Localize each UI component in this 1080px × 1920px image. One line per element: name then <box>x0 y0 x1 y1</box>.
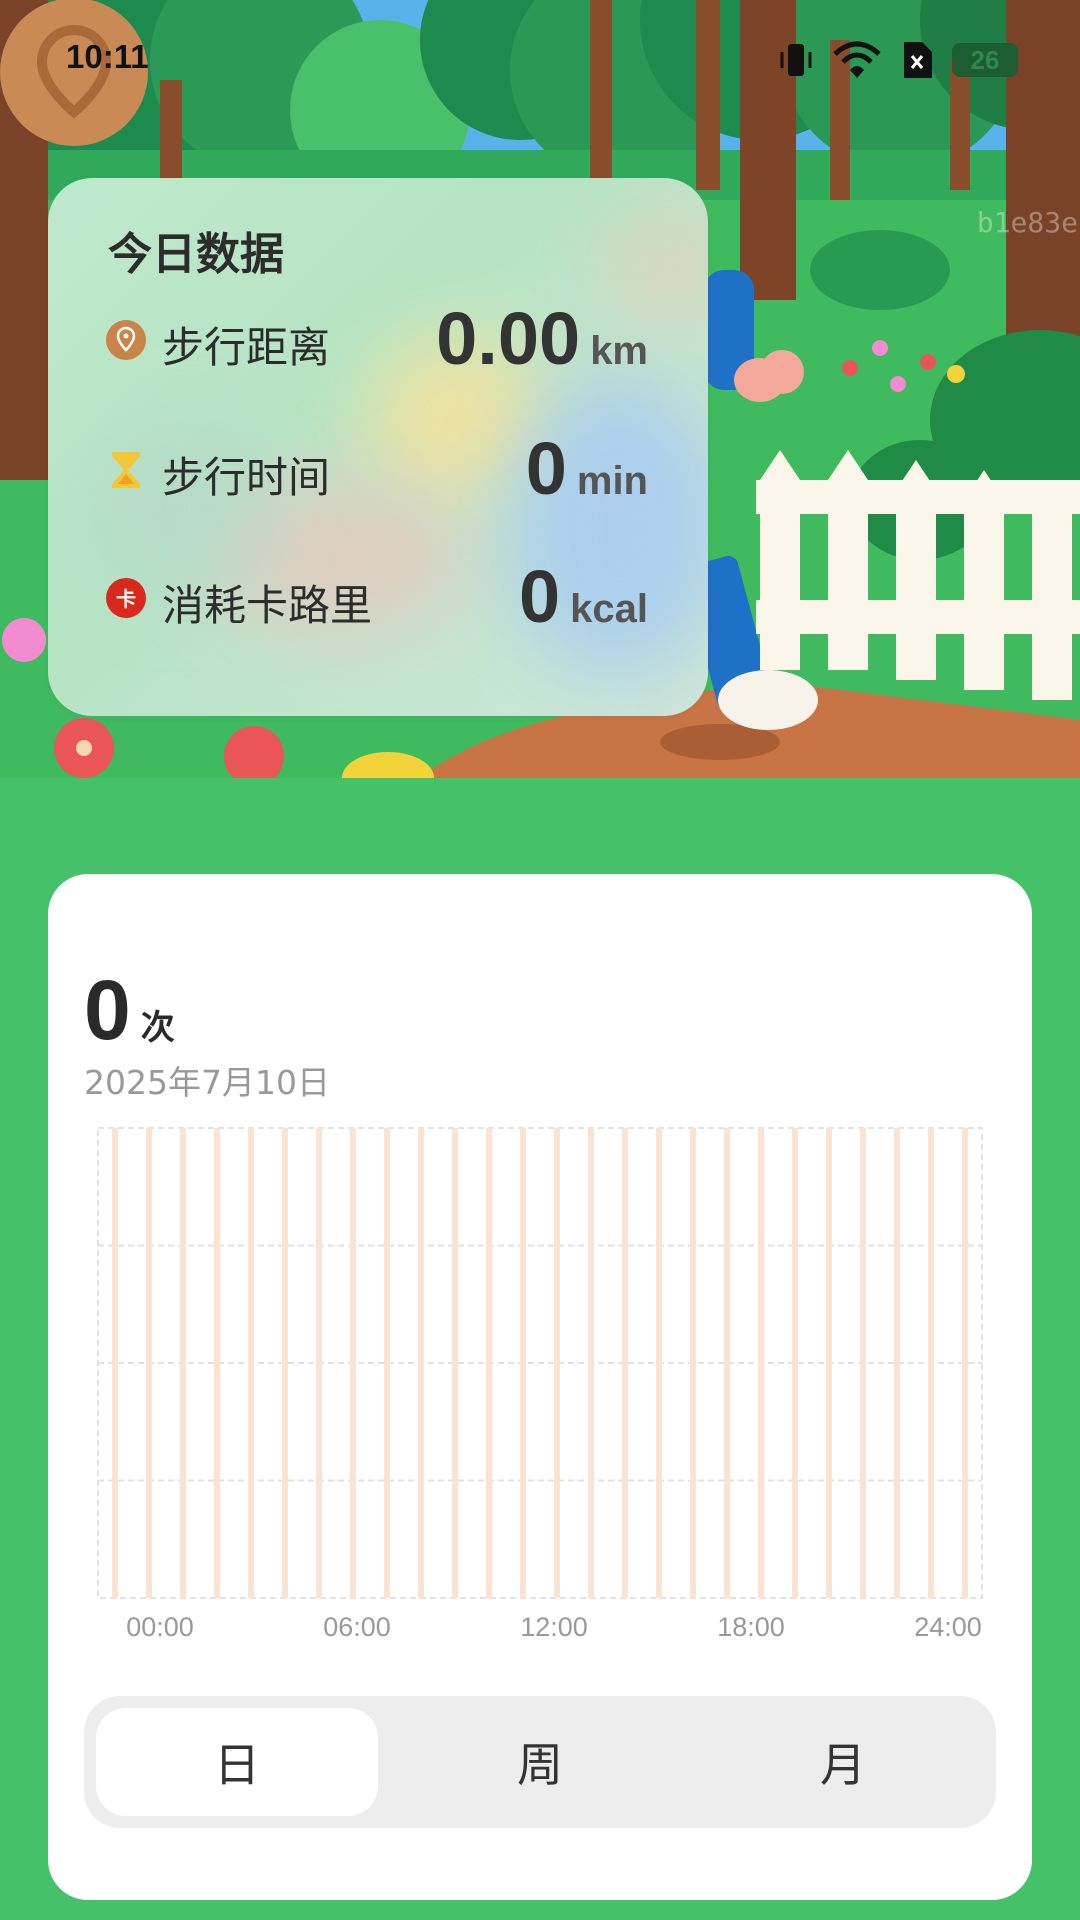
chart-bar <box>418 1128 424 1598</box>
chart-bar <box>248 1128 254 1598</box>
history-chart-card: 0 次 2025年7月10日 00:00 06:00 12:00 18:00 24:00… <box>48 874 1032 1900</box>
chart-bar <box>826 1128 832 1598</box>
svg-text:卡: 卡 <box>116 587 136 611</box>
stat-label: 步行时间 <box>162 453 331 502</box>
stat-value: 0 <box>525 427 567 510</box>
wifi-icon <box>833 41 881 78</box>
hourglass-icon <box>112 452 140 488</box>
tab-month[interactable]: 月 <box>702 1708 984 1816</box>
chart-bar <box>452 1128 458 1598</box>
chart-bar <box>588 1128 594 1598</box>
stat-unit: kcal <box>570 587 648 631</box>
stat-label: 步行距离 <box>162 323 331 372</box>
chart-bar <box>860 1128 866 1598</box>
chart-bar <box>146 1128 152 1598</box>
chart-x-tick-label: 12:00 <box>520 1612 588 1642</box>
chart-x-tick-label: 06:00 <box>323 1612 391 1642</box>
stat-value: 0 <box>518 555 561 638</box>
chart-bar <box>724 1128 730 1598</box>
chart-bar <box>792 1128 798 1598</box>
chart-bar <box>690 1128 696 1598</box>
stat-label: 消耗卡路里 <box>162 581 373 630</box>
period-segmented-control: 日 周 月 <box>84 1696 996 1828</box>
chart-bar <box>622 1128 628 1598</box>
stat-row-distance: 步行距离 0.00 km <box>106 296 648 386</box>
stat-row-calories: 卡 消耗卡路里 0 kcal <box>106 554 648 644</box>
chart-x-tick-label: 18:00 <box>717 1612 785 1642</box>
vibrate-icon <box>780 44 812 76</box>
tab-day[interactable]: 日 <box>96 1708 378 1816</box>
chart-bar <box>316 1128 322 1598</box>
stat-row-time: 步行时间 0 min <box>106 426 648 516</box>
chart-bar <box>928 1128 934 1598</box>
stat-unit: km <box>590 329 648 373</box>
chart-bar <box>384 1128 390 1598</box>
status-time: 10:11 <box>66 38 149 75</box>
chart-bar <box>758 1128 764 1598</box>
chart-x-tick-label: 24:00 <box>914 1612 982 1642</box>
watermark-text: b1e83e <box>976 206 1078 239</box>
chart-grid <box>97 1127 983 1599</box>
stat-value: 0.00 <box>436 297 581 380</box>
chart-bar <box>214 1128 220 1598</box>
chart-bar <box>554 1128 560 1598</box>
battery-icon: 26 <box>952 43 1018 77</box>
stat-unit: min <box>576 459 648 503</box>
chart-bar <box>180 1128 186 1598</box>
chart-bar <box>962 1128 968 1598</box>
calorie-icon: 卡 <box>106 578 146 618</box>
chart-bar <box>520 1128 526 1598</box>
tab-week[interactable]: 周 <box>399 1708 681 1816</box>
chart-bar <box>282 1128 288 1598</box>
sim-off-icon <box>904 42 932 78</box>
chart-bar <box>112 1128 118 1598</box>
today-data-card: 今日数据 步行距离 0.00 km 步行时间 0 min 卡 消耗卡路里 0 k… <box>48 178 708 716</box>
location-pin-icon <box>106 320 146 360</box>
chart-x-axis: 00:00 06:00 12:00 18:00 24:00 <box>126 1612 982 1642</box>
chart-bar <box>350 1128 356 1598</box>
hourly-bar-chart: 00:00 06:00 12:00 18:00 24:00 <box>97 1127 983 1642</box>
chart-x-tick-label: 00:00 <box>126 1612 194 1642</box>
status-icons: 26 <box>778 40 1018 80</box>
chart-bar <box>486 1128 492 1598</box>
card-title: 今日数据 <box>108 229 284 280</box>
chart-bar <box>656 1128 662 1598</box>
chart-bar <box>894 1128 900 1598</box>
